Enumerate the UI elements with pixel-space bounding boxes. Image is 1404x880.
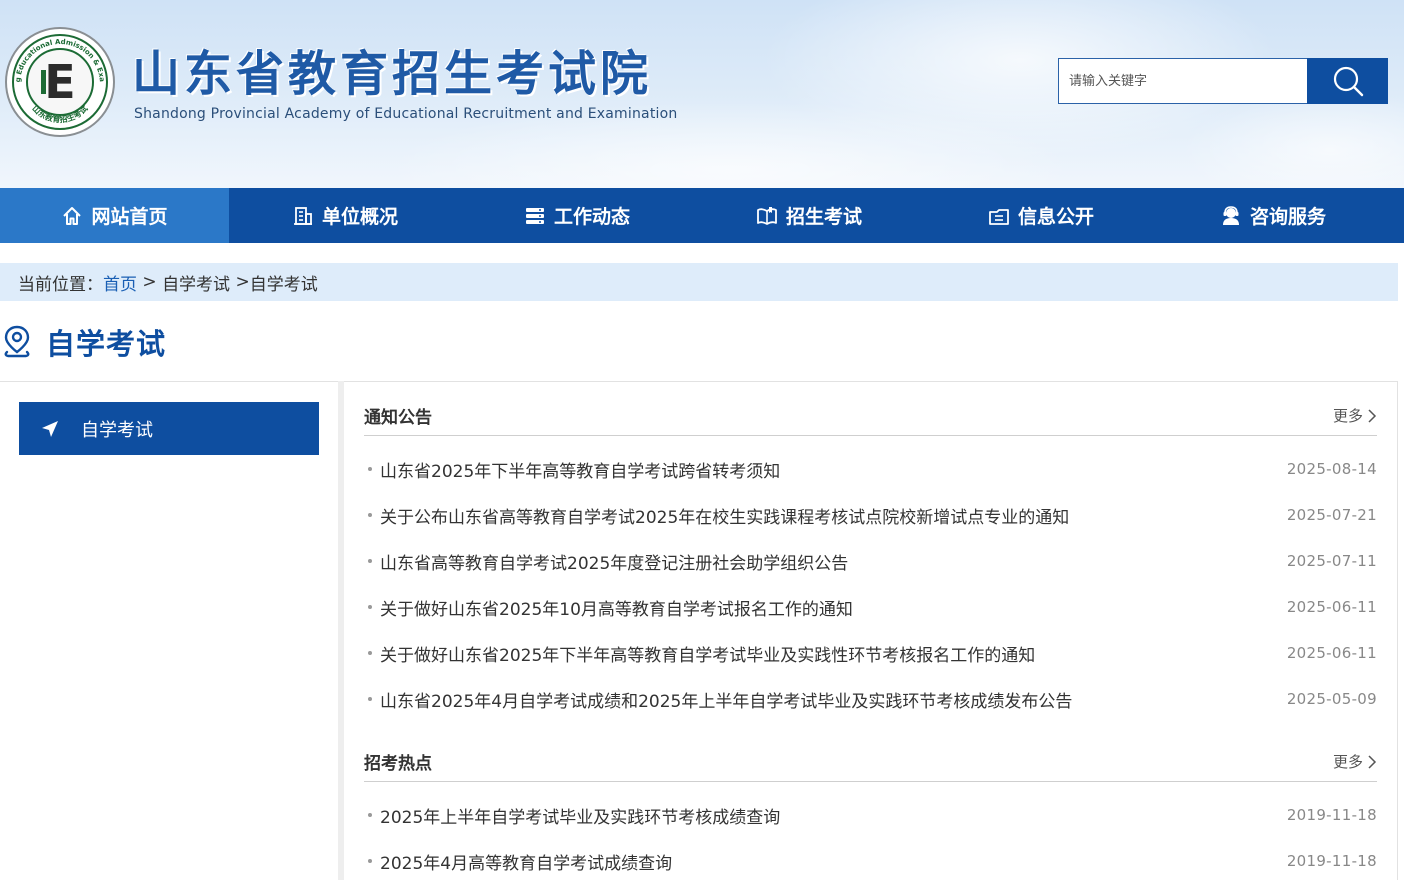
site-title[interactable]: 山东省教育招生考试院 [132, 44, 652, 104]
nav-label: 咨询服务 [1249, 206, 1326, 228]
bullet-dot [368, 651, 372, 655]
news-date: 2025-05-09 [1286, 690, 1377, 708]
breadcrumb-home-link[interactable]: 首页 [103, 270, 137, 295]
list-item[interactable]: 2025年上半年自学考试毕业及实践环节考核成绩查询 2019-11-18 [364, 792, 1377, 838]
chevron-right-icon [1368, 754, 1377, 769]
news-title[interactable]: 2025年4月高等教育自学考试成绩查询 [380, 849, 672, 874]
nav-item-disclosure[interactable]: 信息公开 [925, 188, 1157, 243]
breadcrumb-separator: > [230, 272, 250, 292]
content-border [1397, 381, 1398, 880]
news-title[interactable]: 2025年上半年自学考试毕业及实践环节考核成绩查询 [380, 803, 780, 828]
nav-label: 工作动态 [553, 206, 630, 228]
list-item[interactable]: 关于做好山东省2025年10月高等教育自学考试报名工作的通知 2025-06-1… [364, 584, 1377, 630]
search-box [1058, 58, 1388, 104]
breadcrumb-prefix: 当前位置： [18, 274, 103, 295]
news-title[interactable]: 山东省高等教育自学考试2025年度登记注册社会助学组织公告 [380, 549, 848, 574]
breadcrumb: 当前位置： 首页 > 自学考试 > 自学考试 [0, 263, 1398, 301]
hot-topics-panel: 招考热点 更多 2025年上半年自学考试毕业及实践环节考核成绩查询 2019-1… [364, 742, 1377, 880]
list-item[interactable]: 2025年4月高等教育自学考试成绩查询 2019-11-18 [364, 838, 1377, 880]
location-pin-icon [4, 325, 30, 358]
news-title[interactable]: 山东省2025年4月自学考试成绩和2025年上半年自学考试毕业及实践环节考核成绩… [380, 687, 1072, 712]
nav-item-exams[interactable]: 招生考试 [693, 188, 925, 243]
search-input[interactable] [1058, 58, 1308, 104]
navigation-arrow-icon [42, 420, 58, 437]
nav-label: 单位概况 [321, 206, 398, 228]
nav-item-consult[interactable]: 咨询服务 [1157, 188, 1389, 243]
news-date: 2019-11-18 [1286, 806, 1377, 824]
breadcrumb-level2[interactable]: 自学考试 [250, 270, 318, 295]
news-title[interactable]: 关于做好山东省2025年下半年高等教育自学考试毕业及实践性环节考核报名工作的通知 [380, 641, 1035, 666]
bullet-dot [368, 605, 372, 609]
more-label: 更多 [1332, 407, 1363, 425]
nav-label: 信息公开 [1017, 206, 1094, 228]
more-link[interactable]: 更多 [1333, 751, 1377, 772]
panel-header: 通知公告 更多 [364, 396, 1377, 436]
more-link[interactable]: 更多 [1333, 405, 1377, 426]
news-list: 山东省2025年下半年高等教育自学考试跨省转考须知 2025-08-14 关于公… [364, 446, 1377, 722]
breadcrumb-separator: > [137, 272, 163, 292]
bullet-dot [368, 467, 372, 471]
list-icon [524, 205, 546, 227]
news-date: 2019-11-18 [1286, 852, 1377, 870]
news-date: 2025-07-21 [1286, 506, 1377, 524]
site-header: Shandong Educational Admission & Examina… [0, 0, 1404, 188]
breadcrumb-level1[interactable]: 自学考试 [162, 270, 230, 295]
list-item[interactable]: 山东省2025年4月自学考试成绩和2025年上半年自学考试毕业及实践环节考核成绩… [364, 676, 1377, 722]
sidebar-item-self-study-exam[interactable]: 自学考试 [19, 402, 319, 455]
panel-title: 招考热点 [364, 754, 432, 774]
panel-title: 通知公告 [364, 408, 432, 428]
main-nav: 网站首页 单位概况 工作动态 招生考试 信息公开 咨询服务 [0, 188, 1404, 243]
panel-header: 招考热点 更多 [364, 742, 1377, 782]
news-date: 2025-06-11 [1286, 598, 1377, 616]
news-date: 2025-06-11 [1286, 644, 1377, 662]
nav-label: 招生考试 [785, 206, 862, 228]
news-date: 2025-08-14 [1286, 460, 1377, 478]
search-icon [1333, 66, 1363, 97]
bullet-dot [368, 697, 372, 701]
more-label: 更多 [1332, 753, 1363, 771]
chevron-right-icon [1368, 408, 1377, 423]
site-logo-icon[interactable]: Shandong Educational Admission & Examina… [4, 26, 116, 138]
news-title[interactable]: 关于做好山东省2025年10月高等教育自学考试报名工作的通知 [380, 595, 853, 620]
building-icon [292, 205, 314, 227]
nav-label: 网站首页 [91, 206, 168, 228]
nav-item-home[interactable]: 网站首页 [0, 188, 229, 243]
sidebar-divider [338, 381, 344, 880]
bullet-dot [368, 559, 372, 563]
nav-item-news[interactable]: 工作动态 [461, 188, 693, 243]
content-divider [0, 381, 1398, 382]
bullet-dot [368, 859, 372, 863]
news-list: 2025年上半年自学考试毕业及实践环节考核成绩查询 2019-11-18 202… [364, 792, 1377, 880]
bullet-dot [368, 513, 372, 517]
list-item[interactable]: 山东省高等教育自学考试2025年度登记注册社会助学组织公告 2025-07-11 [364, 538, 1377, 584]
news-title[interactable]: 山东省2025年下半年高等教育自学考试跨省转考须知 [380, 457, 780, 482]
support-icon [1220, 205, 1242, 227]
folder-icon [988, 205, 1010, 227]
nav-item-about[interactable]: 单位概况 [229, 188, 461, 243]
section-heading: 自学考试 [0, 320, 166, 364]
news-title[interactable]: 关于公布山东省高等教育自学考试2025年在校生实践课程考核试点院校新增试点专业的… [380, 503, 1069, 528]
section-title: 自学考试 [46, 327, 167, 361]
bullet-dot [368, 813, 372, 817]
search-button[interactable] [1307, 58, 1388, 104]
site-subtitle: Shandong Provincial Academy of Education… [134, 106, 678, 122]
home-icon [61, 205, 83, 227]
notice-panel: 通知公告 更多 山东省2025年下半年高等教育自学考试跨省转考须知 2025-0… [364, 396, 1377, 722]
news-date: 2025-07-11 [1286, 552, 1377, 570]
book-icon [756, 205, 778, 227]
logo-letter: E [44, 55, 75, 109]
list-item[interactable]: 关于公布山东省高等教育自学考试2025年在校生实践课程考核试点院校新增试点专业的… [364, 492, 1377, 538]
sidebar-item-label: 自学考试 [81, 419, 153, 441]
list-item[interactable]: 山东省2025年下半年高等教育自学考试跨省转考须知 2025-08-14 [364, 446, 1377, 492]
list-item[interactable]: 关于做好山东省2025年下半年高等教育自学考试毕业及实践性环节考核报名工作的通知… [364, 630, 1377, 676]
